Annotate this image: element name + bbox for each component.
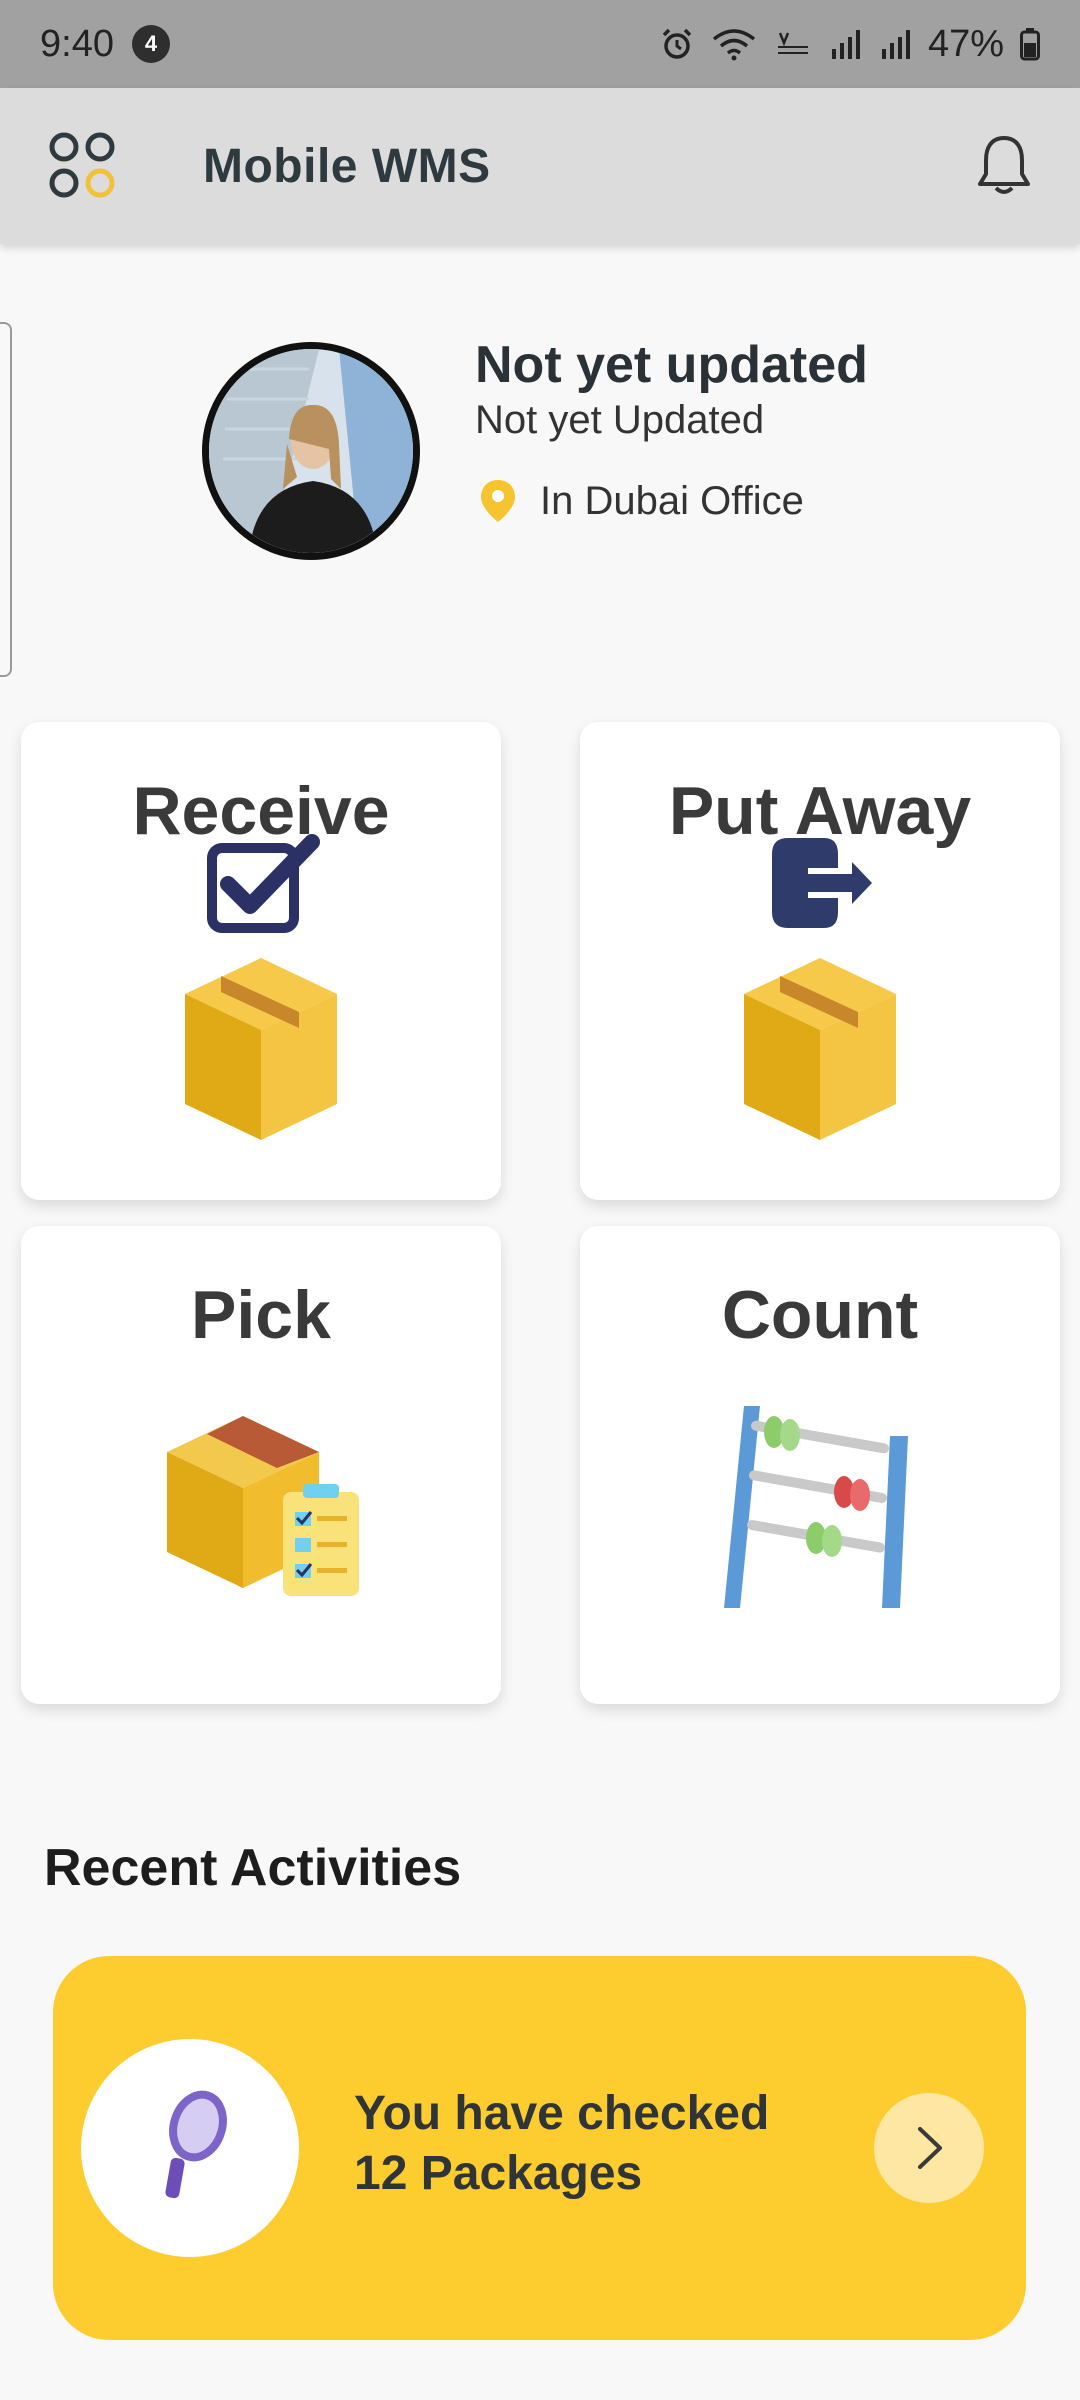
recent-activities-title: Recent Activities [44, 1839, 462, 1897]
app-title: Mobile WMS [203, 139, 491, 193]
count-card[interactable]: Count [580, 1226, 1060, 1704]
signal-icon-2 [881, 30, 910, 59]
profile-subtitle: Not yet Updated [475, 398, 765, 442]
location-pin-icon [481, 480, 515, 522]
magnifier-icon [165, 2090, 227, 2199]
count-card-title: Count [721, 1277, 919, 1353]
receive-card[interactable]: Receive [21, 722, 501, 1200]
profile-name: Not yet updated [475, 336, 868, 394]
put-away-card[interactable]: Put Away [580, 722, 1060, 1200]
battery-icon [1020, 28, 1040, 61]
activity-open-button[interactable] [874, 2093, 984, 2203]
location-row: In Dubai Office [478, 478, 804, 524]
status-bar: 9:40 4 47% [0, 0, 1080, 88]
notification-count-badge: 4 [131, 25, 170, 63]
exit-arrow-icon [772, 838, 872, 928]
activity-line-2: 12 Packages [354, 2147, 643, 2200]
wifi-icon [712, 29, 756, 61]
battery-percent: 47% [927, 22, 1004, 65]
package-box-icon [744, 958, 896, 1140]
abacus-icon [724, 1406, 908, 1608]
activity-icon-circle [81, 2039, 299, 2257]
recent-activity-card[interactable]: You have checked 12 Packages [53, 1956, 1026, 2340]
activity-line-1: You have checked [354, 2087, 770, 2140]
pick-card[interactable]: Pick [21, 1226, 501, 1704]
box-checklist-icon [167, 1416, 359, 1596]
chevron-right-icon [918, 2127, 942, 2169]
activity-message: You have checked 12 Packages [354, 2084, 769, 2204]
bell-icon[interactable] [976, 134, 1032, 198]
pick-card-title: Pick [191, 1277, 331, 1353]
checkbox-check-icon [207, 834, 320, 933]
side-drawer-handle[interactable] [0, 322, 12, 677]
app-bar: Mobile WMS [0, 88, 1080, 244]
status-time: 9:40 [40, 22, 114, 65]
menu-grid-icon[interactable] [48, 131, 118, 201]
package-box-icon [185, 958, 337, 1140]
avatar[interactable] [202, 342, 420, 560]
status-icons: 47% [660, 23, 1040, 66]
signal-icon-1 [831, 30, 860, 59]
profile-photo [209, 349, 413, 553]
volte-icon [777, 32, 808, 54]
alarm-icon [662, 28, 692, 59]
location-label: In Dubai Office [540, 478, 804, 523]
